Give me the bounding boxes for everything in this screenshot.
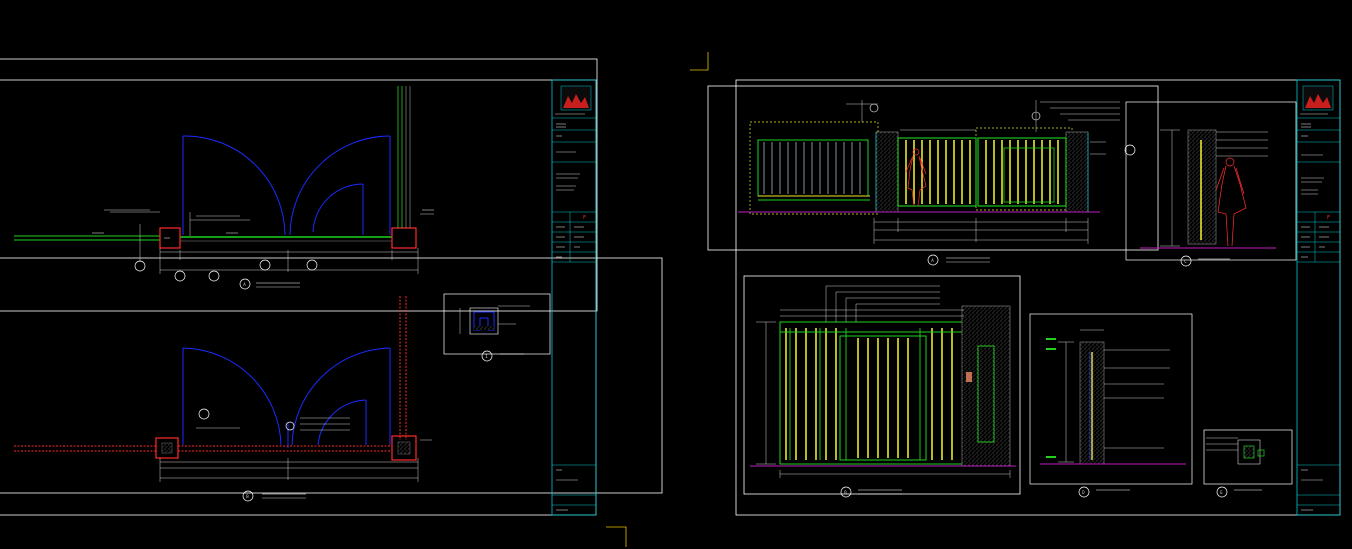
right-title-block: F: [1296, 79, 1341, 516]
svg-text:A: A: [931, 258, 934, 263]
svg-text:E: E: [1220, 490, 1223, 495]
view-bubble-elev-b: B: [840, 486, 902, 498]
right-sheet-overlap-frame: [707, 85, 1159, 251]
view-bubble-b: B: [242, 490, 306, 502]
left-title-block: F: [551, 79, 597, 516]
svg-text:B: B: [246, 494, 249, 499]
section-c: C: [1124, 101, 1297, 267]
door-swing-arc: [291, 347, 391, 446]
elevation-b: B: [743, 275, 1021, 498]
view-bubble-elev-a: A: [927, 254, 990, 266]
detail-1: 1: [443, 293, 551, 362]
human-figure: [905, 148, 927, 207]
view-bubble-a: A: [239, 278, 300, 290]
post-square: [391, 227, 417, 249]
corner-mark: [606, 526, 627, 547]
left-sheet: F A B 1: [0, 58, 663, 516]
plan-view-a: A: [14, 86, 434, 290]
svg-text:A: A: [243, 282, 246, 287]
view-bubble-sec-c: C: [1180, 255, 1230, 267]
left-sheet-overlap-frame: [0, 257, 663, 494]
svg-text:D: D: [1082, 490, 1085, 495]
human-figure: [1215, 157, 1247, 247]
section-d: D: [1029, 313, 1193, 498]
cad-drawing-canvas[interactable]: F A B 1 F A C B D E: [0, 0, 1352, 549]
right-sheet: F A C B D E: [707, 79, 1341, 516]
left-revision-mark: F: [583, 215, 586, 221]
stone-pier: [1065, 131, 1089, 213]
door-swing-arc: [289, 135, 391, 236]
detail-e: E: [1203, 429, 1293, 498]
plan-view-b: B: [14, 296, 432, 502]
view-bubble-sec-d: D: [1078, 486, 1130, 498]
left-sheet-outer-frame: [0, 58, 598, 312]
right-revision-mark: F: [1327, 215, 1330, 221]
section-marker: [134, 259, 318, 282]
elevation-a: A: [738, 100, 1120, 266]
view-bubble-detail-e: E: [1216, 486, 1262, 498]
left-sheet-drawing-frame: [0, 79, 597, 516]
corner-mark: [690, 52, 709, 71]
stone-pier: [875, 131, 899, 213]
door-swing-arc: [182, 347, 282, 446]
svg-text:1: 1: [485, 354, 488, 359]
